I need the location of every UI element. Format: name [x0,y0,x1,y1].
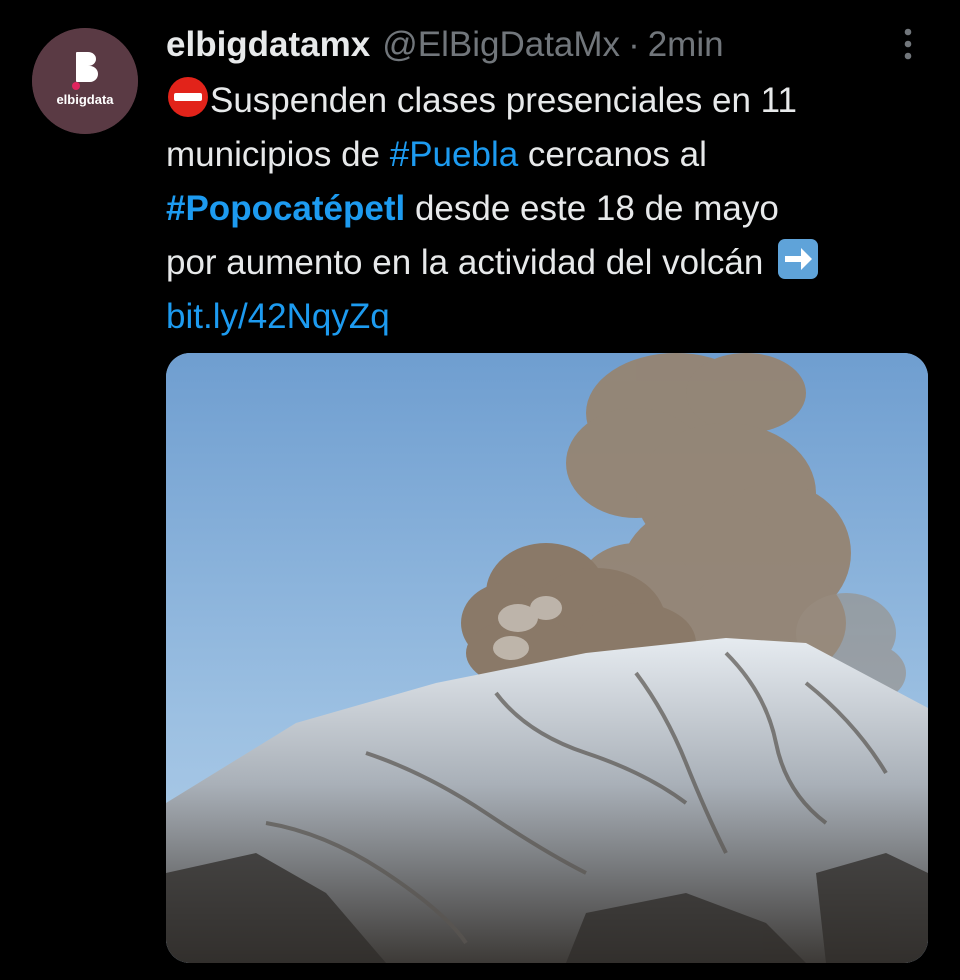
hashtag-puebla[interactable]: #Puebla [390,135,518,174]
no-entry-emoji-icon [168,77,208,117]
separator-dot: · [628,25,640,64]
elbigdata-logo-icon: elbigdata [32,28,138,134]
tweet-timestamp[interactable]: 2min [648,25,724,65]
tweet-line-3: #Popocatépetl desde este 18 de mayo [166,182,936,236]
right-arrow-emoji-icon [778,239,819,279]
tweet-line-2: municipios de #Puebla cercanos al [166,128,936,182]
avatar-logo-text: elbigdata [56,92,114,107]
tweet-line-5: bit.ly/42NqyZq [166,290,936,344]
tweet-text: Suspenden clases presenciales en 11 muni… [166,74,936,344]
author-display-name[interactable]: elbigdatamx [166,25,370,65]
tweet-line-2-post: cercanos al [518,135,707,174]
volcano-eruption-photo [166,353,928,963]
tweet-line-3-post: desde este 18 de mayo [405,189,779,228]
tweet-line-2-pre: municipios de [166,135,390,174]
tweet-line-1: Suspenden clases presenciales en 11 [166,74,936,128]
tweet-header: elbigdatamx @ElBigDataMx · 2min [166,22,724,68]
tweet-link[interactable]: bit.ly/42NqyZq [166,297,390,336]
more-options-icon[interactable] [896,26,920,62]
tweet-line-4: por aumento en la actividad del volcán [166,236,936,290]
tweet-line-4-text: por aumento en la actividad del volcán [166,243,764,282]
avatar[interactable]: elbigdata [32,28,138,134]
tweet[interactable]: elbigdata elbigdatamx @ElBigDataMx · 2mi… [0,0,960,980]
tweet-line-1-text: Suspenden clases presenciales en 11 [210,81,797,120]
hashtag-popocatepetl[interactable]: #Popocatépetl [166,189,405,228]
tweet-media-image[interactable] [166,353,928,963]
author-handle[interactable]: @ElBigDataMx [382,25,620,65]
